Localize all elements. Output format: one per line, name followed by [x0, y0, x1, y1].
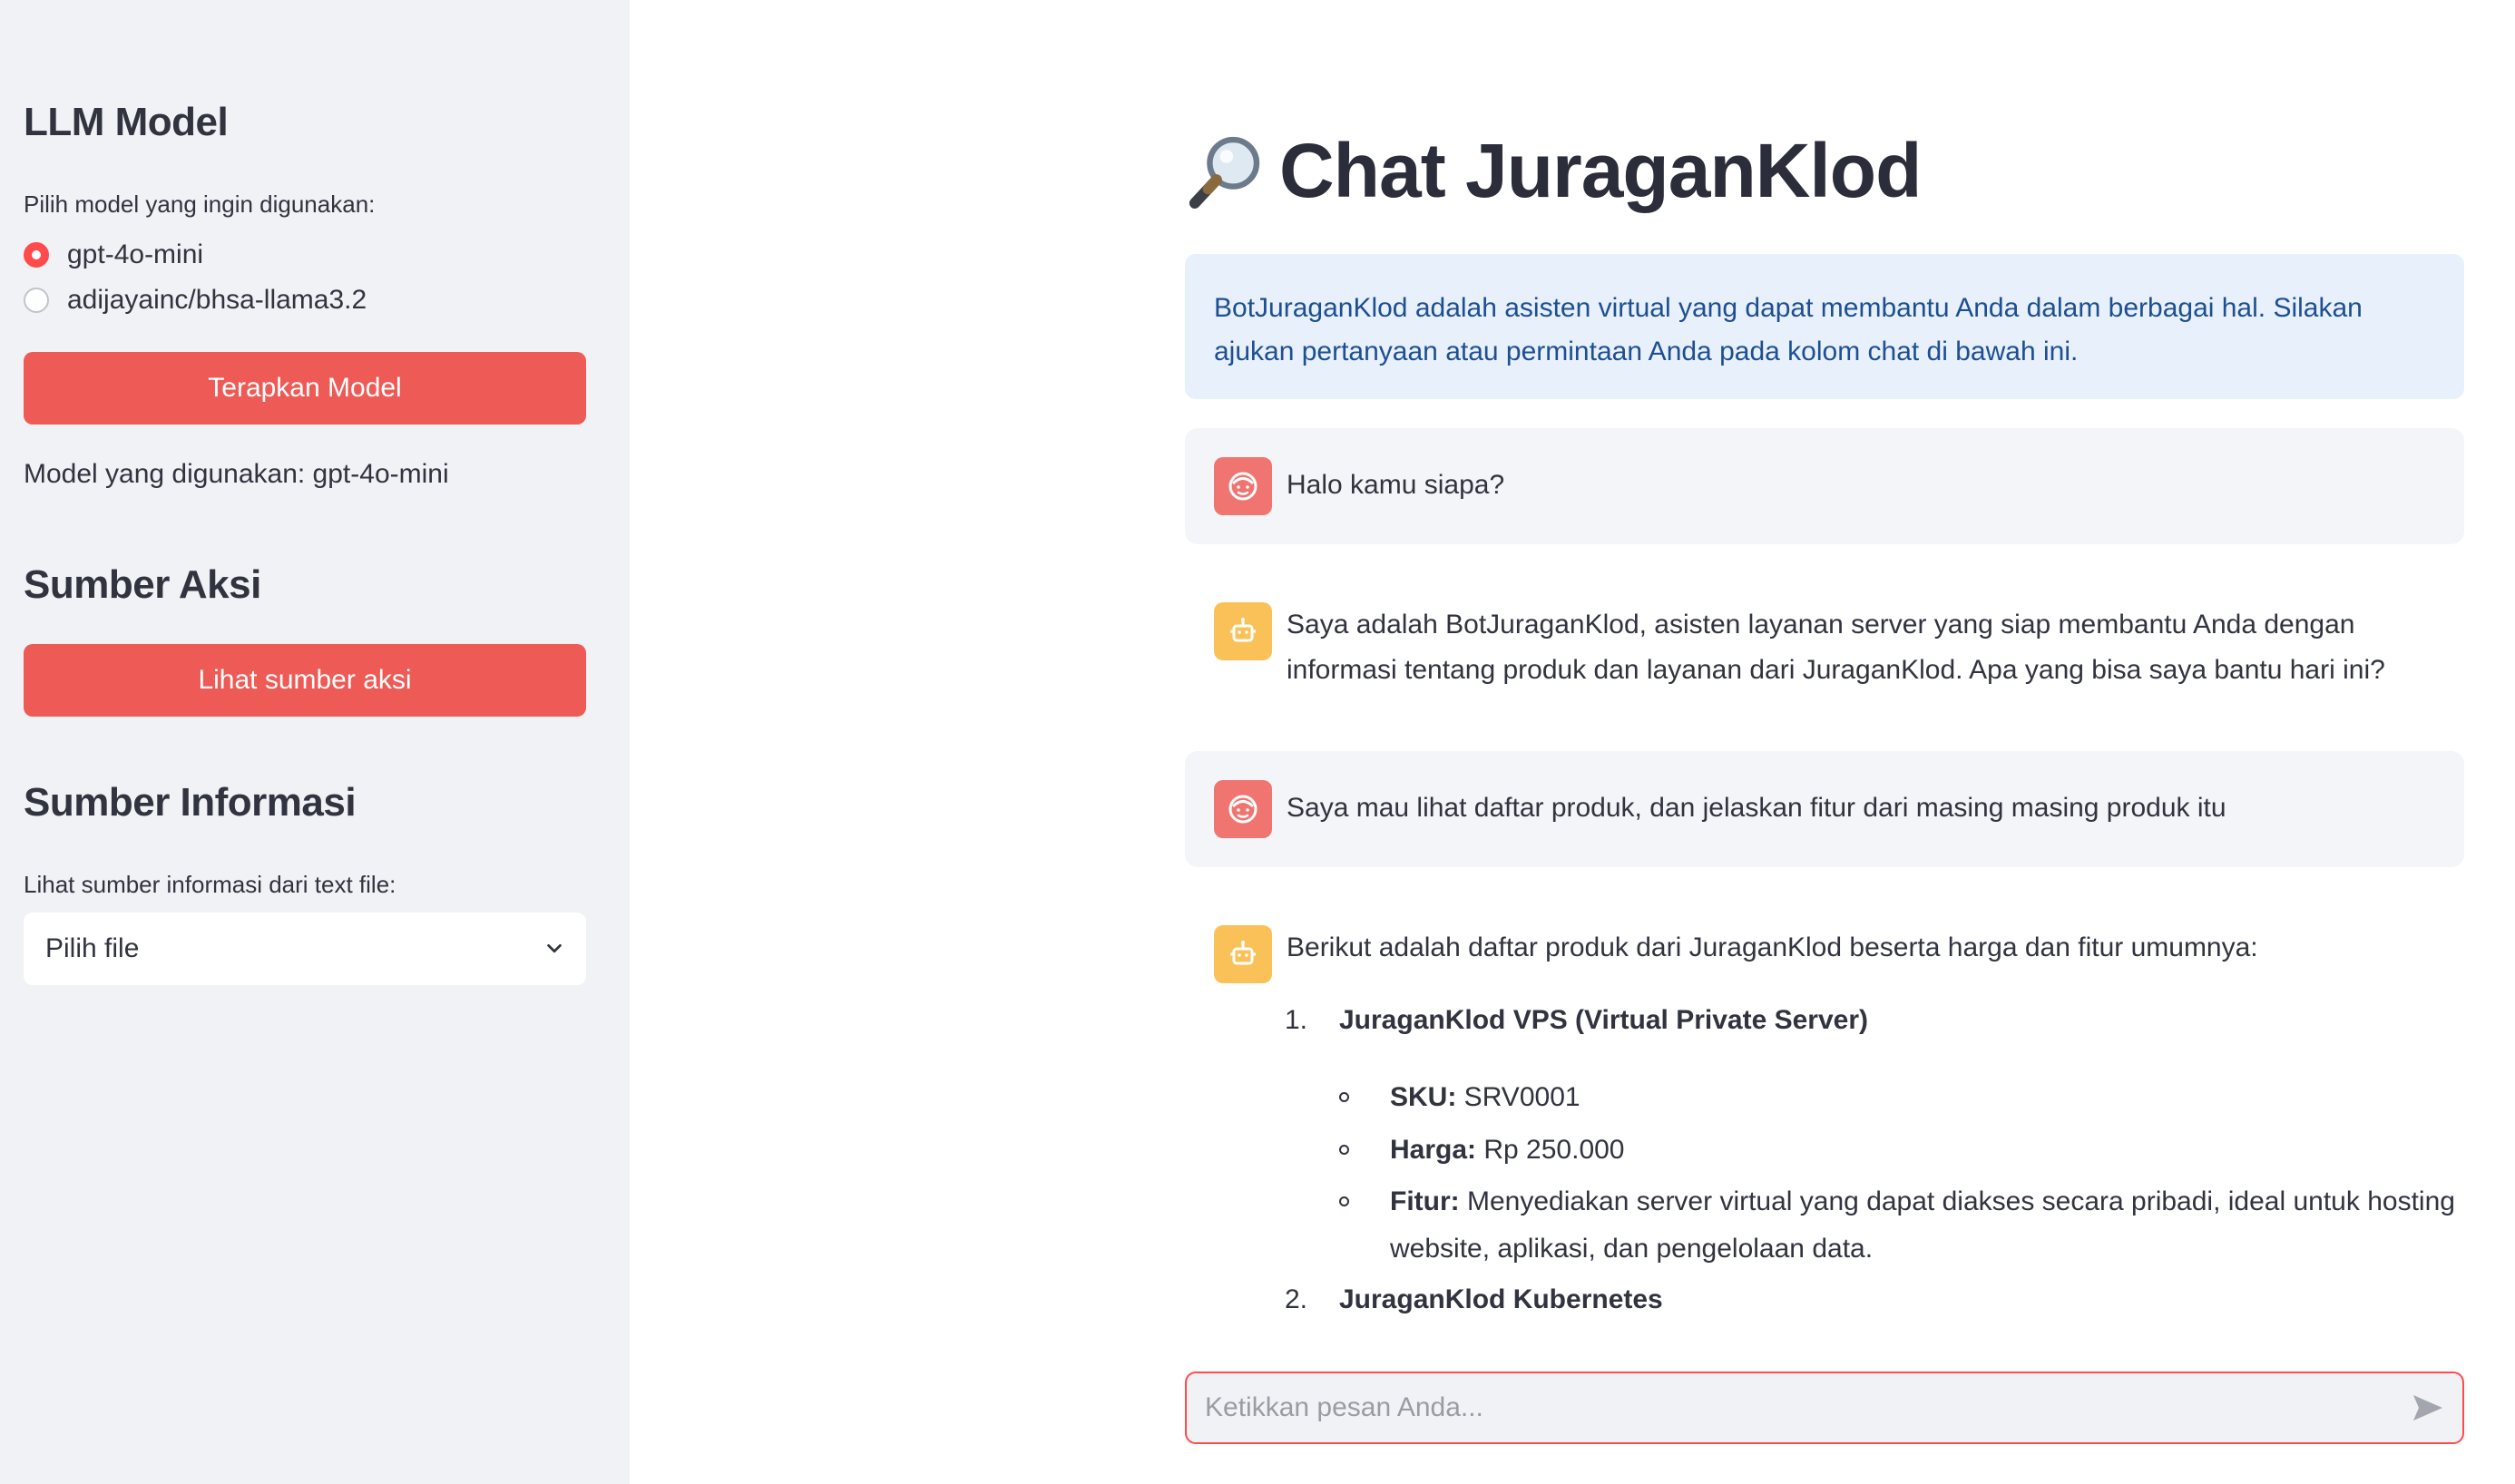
sidebar: LLM Model Pilih model yang ingin digunak… [0, 0, 630, 1484]
chat-input-box[interactable] [1185, 1372, 2464, 1444]
magnifier-icon [1189, 136, 1260, 209]
bot-avatar-icon [1214, 602, 1272, 660]
product-detail-price: Harga: Rp 250.000 [1339, 1127, 2464, 1174]
model-option-label: adijayainc/bhsa-llama3.2 [67, 285, 367, 315]
chat-message-user: Halo kamu siapa? [1185, 428, 2464, 544]
chevron-down-icon [547, 943, 562, 953]
page-title-row: Chat JuraganKlod [1183, 127, 1922, 215]
llm-model-heading: LLM Model [24, 100, 229, 144]
message-text: Halo kamu siapa? [1287, 470, 1505, 500]
radio-unchecked-icon[interactable] [24, 288, 49, 313]
chat-message-assistant: Saya adalah BotJuraganKlod, asisten laya… [1185, 570, 2464, 715]
chat-message-user: Saya mau lihat daftar produk, dan jelask… [1185, 751, 2464, 867]
file-select-label: Lihat sumber informasi dari text file: [24, 871, 396, 898]
list-number: 1. [1285, 1005, 1308, 1035]
file-select[interactable]: Pilih file [24, 913, 586, 985]
bullet-icon [1339, 1092, 1349, 1102]
model-radio-label: Pilih model yang ingin digunakan: [24, 190, 376, 218]
info-banner: BotJuraganKlod adalah asisten virtual ya… [1185, 254, 2464, 399]
action-source-heading: Sumber Aksi [24, 562, 261, 607]
message-text: Berikut adalah daftar produk dari Juraga… [1287, 932, 2258, 962]
list-number: 2. [1285, 1284, 1308, 1314]
chat-input[interactable] [1203, 1391, 2410, 1424]
message-text: Saya mau lihat daftar produk, dan jelask… [1287, 793, 2226, 823]
current-model-text: Model yang digunakan: gpt-4o-mini [24, 459, 449, 489]
radio-checked-icon[interactable] [24, 242, 49, 268]
model-option-bhsa-llama[interactable]: adijayainc/bhsa-llama3.2 [24, 285, 367, 316]
detail-value: SRV0001 [1456, 1082, 1580, 1112]
product-name: JuraganKlod Kubernetes [1339, 1284, 1663, 1314]
product-detail-feature: Fitur: Menyediakan server virtual yang d… [1339, 1178, 2464, 1273]
view-action-source-button[interactable]: Lihat sumber aksi [24, 644, 586, 717]
bullet-icon [1339, 1196, 1349, 1206]
detail-label: Fitur: [1390, 1186, 1460, 1216]
info-source-heading: Sumber Informasi [24, 780, 357, 825]
model-option-gpt-4o-mini[interactable]: gpt-4o-mini [24, 239, 203, 270]
bullet-icon [1339, 1145, 1349, 1155]
product-detail-sku: SKU: SRV0001 [1339, 1074, 2464, 1121]
bot-avatar-icon [1214, 925, 1272, 983]
detail-label: SKU: [1390, 1082, 1457, 1112]
detail-value: Menyediakan server virtual yang dapat di… [1390, 1186, 2455, 1264]
product-name: JuraganKlod VPS (Virtual Private Server) [1339, 1005, 1868, 1035]
user-avatar-icon [1214, 457, 1272, 515]
user-avatar-icon [1214, 780, 1272, 838]
model-option-label: gpt-4o-mini [67, 239, 204, 269]
detail-value: Rp 250.000 [1476, 1135, 1625, 1165]
apply-model-button[interactable]: Terapkan Model [24, 352, 586, 425]
file-select-value: Pilih file [45, 933, 140, 963]
page-title: Chat JuraganKlod [1279, 128, 1922, 213]
send-icon[interactable] [2410, 1390, 2446, 1426]
detail-label: Harga: [1390, 1135, 1477, 1165]
message-text: Saya adalah BotJuraganKlod, asisten laya… [1287, 610, 2385, 685]
